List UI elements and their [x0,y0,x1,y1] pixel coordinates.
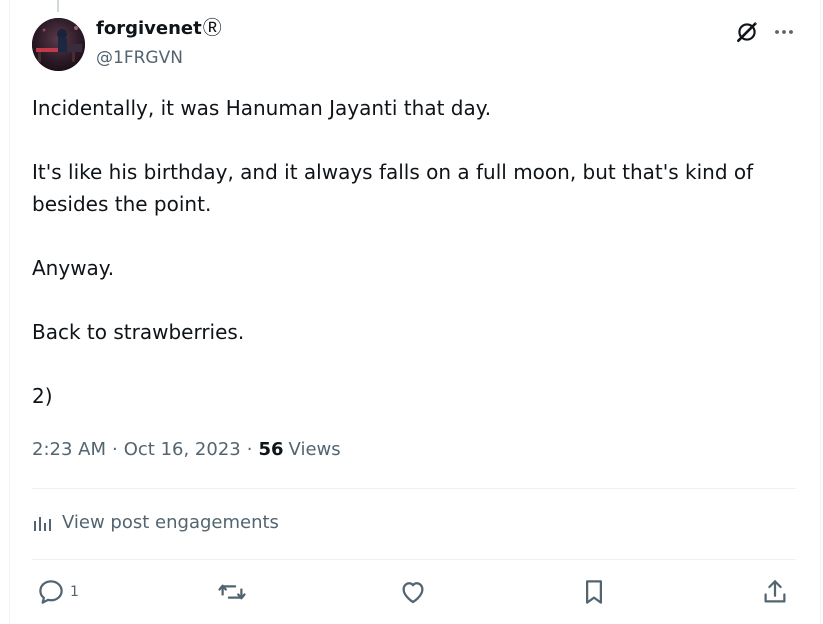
more-options-button[interactable] [770,18,798,46]
post-time[interactable]: 2:23 AM [32,439,106,460]
post-date[interactable]: Oct 16, 2023 [124,439,241,460]
repost-icon [218,584,246,600]
post-paragraph: Incidentally, it was Hanuman Jayanti tha… [32,96,492,120]
like-icon [402,582,424,604]
views-label: Views [288,439,341,460]
avatar-image-icon [32,18,85,71]
reply-icon [39,580,63,604]
engagements-label[interactable]: View post engagements [62,512,279,533]
meta-separator: · [246,439,253,460]
post-paragraph: Back to strawberries. [32,320,245,344]
bookmark-button[interactable] [579,574,609,610]
thread-connector-line [57,0,59,12]
user-handle[interactable]: @1FRGVN [96,48,183,68]
bookmark-icon [586,580,602,604]
share-icon [764,580,786,603]
grok-icon [737,21,758,42]
view-engagements-link[interactable]: View post engagements [32,512,279,533]
post-paragraph: Anyway. [32,256,115,280]
post-actions-bar: 1 [32,574,796,610]
analytics-icon [34,516,51,531]
reply-button[interactable]: 1 [36,574,79,610]
reply-count: 1 [70,584,79,600]
share-button[interactable] [760,574,790,610]
post-paragraph: 2) [32,384,53,408]
post-text: Incidentally, it was Hanuman Jayanti tha… [32,92,802,444]
post-paragraph: It's like his birthday, and it always fa… [32,160,760,216]
divider [32,559,796,560]
meta-separator: · [112,439,118,460]
author-name-row[interactable]: forgivenet Ⓡ [96,18,222,39]
post-metadata: 2:23 AM · Oct 16, 2023 · 56 Views [32,439,341,460]
registered-mark: Ⓡ [202,17,222,39]
like-button[interactable] [398,574,428,610]
divider [32,488,796,489]
avatar[interactable] [32,18,85,71]
views-count: 56 [258,439,284,460]
display-name[interactable]: forgivenet [96,18,202,39]
more-dots-icon [775,30,793,34]
grok-button[interactable] [733,18,761,46]
repost-button[interactable] [217,574,247,610]
